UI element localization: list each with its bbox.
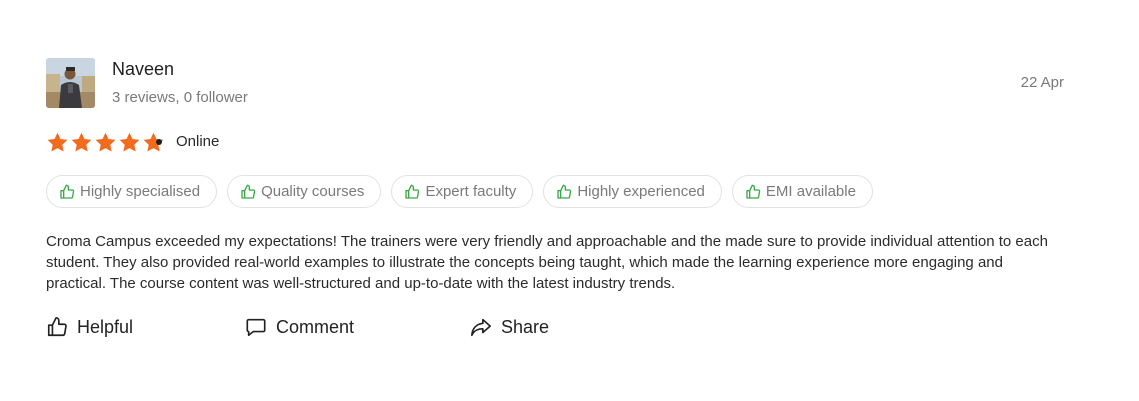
course-mode: Online — [176, 133, 220, 150]
tag-chip: Expert faculty — [391, 175, 534, 208]
star-icon — [71, 132, 92, 152]
tag-chip: Highly experienced — [543, 175, 722, 208]
tag-label: Expert faculty — [425, 183, 517, 200]
review-date: 22 Apr — [1020, 74, 1064, 91]
tag-list: Highly specialised Quality courses Exper… — [46, 175, 873, 208]
thumbs-up-icon — [746, 184, 761, 199]
helpful-label: Helpful — [77, 316, 134, 337]
avatar[interactable] — [46, 58, 95, 108]
author-name[interactable]: Naveen — [112, 59, 174, 80]
review-card: Naveen 3 reviews, 0 follower 22 Apr Onli… — [0, 0, 1139, 401]
share-icon — [471, 318, 491, 337]
share-label: Share — [501, 316, 550, 337]
thumbs-up-icon — [557, 184, 572, 199]
review-text: Croma Campus exceeded my expectations! T… — [46, 233, 1048, 292]
tag-chip: Quality courses — [227, 175, 382, 208]
star-icon — [95, 132, 116, 152]
star-rating — [46, 131, 165, 155]
tag-chip: Highly specialised — [46, 175, 218, 208]
comment-icon — [246, 318, 266, 337]
thumbs-up-icon — [47, 317, 67, 337]
tag-chip: EMI available — [731, 175, 873, 208]
share-button[interactable]: Share — [470, 316, 549, 338]
star-icon — [119, 132, 140, 152]
tag-label: Quality courses — [261, 183, 365, 200]
tag-label: Highly specialised — [80, 183, 201, 200]
comment-button[interactable]: Comment — [245, 316, 354, 338]
star-icon — [47, 132, 68, 152]
author-meta: 3 reviews, 0 follower — [112, 89, 248, 106]
tag-label: Highly experienced — [577, 183, 705, 200]
thumbs-up-icon — [60, 184, 75, 199]
comment-label: Comment — [276, 316, 355, 337]
separator-dot — [156, 139, 162, 145]
helpful-button[interactable]: Helpful — [46, 316, 133, 338]
tag-label: EMI available — [765, 183, 856, 200]
thumbs-up-icon — [241, 184, 256, 199]
thumbs-up-icon — [405, 184, 420, 199]
